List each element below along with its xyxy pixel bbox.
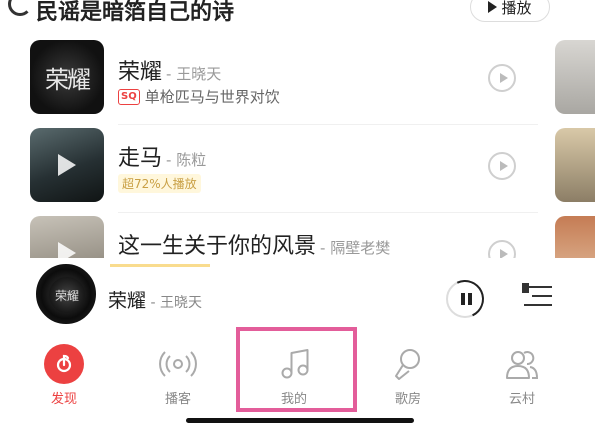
album-cover-text: 荣耀 (45, 65, 91, 94)
video-play-icon (58, 154, 76, 176)
album-cover[interactable] (30, 128, 104, 202)
tab-karaoke[interactable]: 歌房 (368, 342, 448, 407)
pause-icon (461, 293, 465, 305)
song-row[interactable]: 走马 - 陈粒 超72%人播放 (0, 128, 540, 208)
hot-play-badge: 超72%人播放 (118, 174, 201, 193)
song-title: 荣耀 - 王晓天 (118, 54, 221, 86)
community-icon (502, 344, 542, 384)
song-name: 荣耀 (118, 60, 163, 85)
play-circle-icon[interactable] (488, 64, 516, 92)
song-row[interactable]: 荣耀 荣耀 - 王晓天 SQ 单枪匹马与世界对饮 (0, 40, 540, 120)
tab-discover[interactable]: 发现 (24, 342, 104, 407)
now-playing-song: 荣耀 (108, 290, 147, 312)
playlist-line (526, 286, 552, 288)
tab-label: 歌房 (394, 392, 421, 407)
refresh-icon (8, 0, 32, 16)
playlist-header: 民谣是暗箔自己的诗 播放 (0, 0, 599, 26)
playlist-line (532, 295, 552, 297)
discover-icon (44, 344, 84, 384)
highlight-box (236, 327, 357, 412)
pause-button[interactable] (440, 274, 490, 324)
album-disc[interactable]: 荣耀 (36, 264, 96, 324)
play-icon (488, 1, 498, 13)
sq-quality-badge: SQ (118, 88, 140, 105)
song-title: 走马 - 陈粒 (118, 140, 206, 172)
tab-podcast[interactable]: 播客 (138, 342, 218, 407)
home-indicator (186, 418, 414, 423)
play-circle-icon[interactable] (488, 152, 516, 180)
tab-label: 播客 (164, 392, 191, 407)
song-name: 走马 (118, 146, 163, 171)
divider (118, 212, 538, 213)
song-name: 这一生关于你的风景 (118, 234, 317, 259)
song-artist: - 王晓天 (166, 65, 222, 83)
song-artist: - 隔壁老樊 (320, 239, 391, 257)
tab-label: 云村 (508, 392, 535, 407)
microphone-icon (388, 344, 428, 384)
song-description: 单枪匹马与世界对饮 (144, 88, 280, 106)
next-playlist-card[interactable] (555, 40, 595, 114)
playlist-line (524, 304, 552, 306)
playlist-button[interactable] (522, 282, 552, 312)
tab-community[interactable]: 云村 (482, 342, 562, 407)
song-artist: - 陈粒 (166, 151, 207, 169)
mini-player[interactable]: 荣耀 荣耀 - 王晓天 (0, 258, 599, 334)
podcast-icon (158, 344, 198, 384)
song-subtitle: SQ 单枪匹马与世界对饮 (118, 86, 280, 107)
song-subtitle: 超72%人播放 (118, 174, 201, 193)
play-all-label: 播放 (501, 0, 532, 17)
playlist-icon (522, 283, 529, 293)
play-all-button[interactable]: 播放 (470, 0, 550, 22)
next-playlist-card[interactable] (555, 128, 595, 202)
song-title: 这一生关于你的风景 - 隔壁老樊 (118, 228, 390, 260)
playlist-title: 民谣是暗箔自己的诗 (36, 0, 235, 25)
tab-label: 发现 (50, 392, 77, 407)
pause-icon (468, 293, 472, 305)
now-playing-artist: - 王晓天 (146, 295, 202, 311)
album-cover[interactable]: 荣耀 (30, 40, 104, 114)
now-playing-title: 荣耀 - 王晓天 (108, 286, 202, 313)
disc-label: 荣耀 (49, 277, 85, 313)
divider (118, 124, 538, 125)
progress-ring (440, 274, 490, 324)
